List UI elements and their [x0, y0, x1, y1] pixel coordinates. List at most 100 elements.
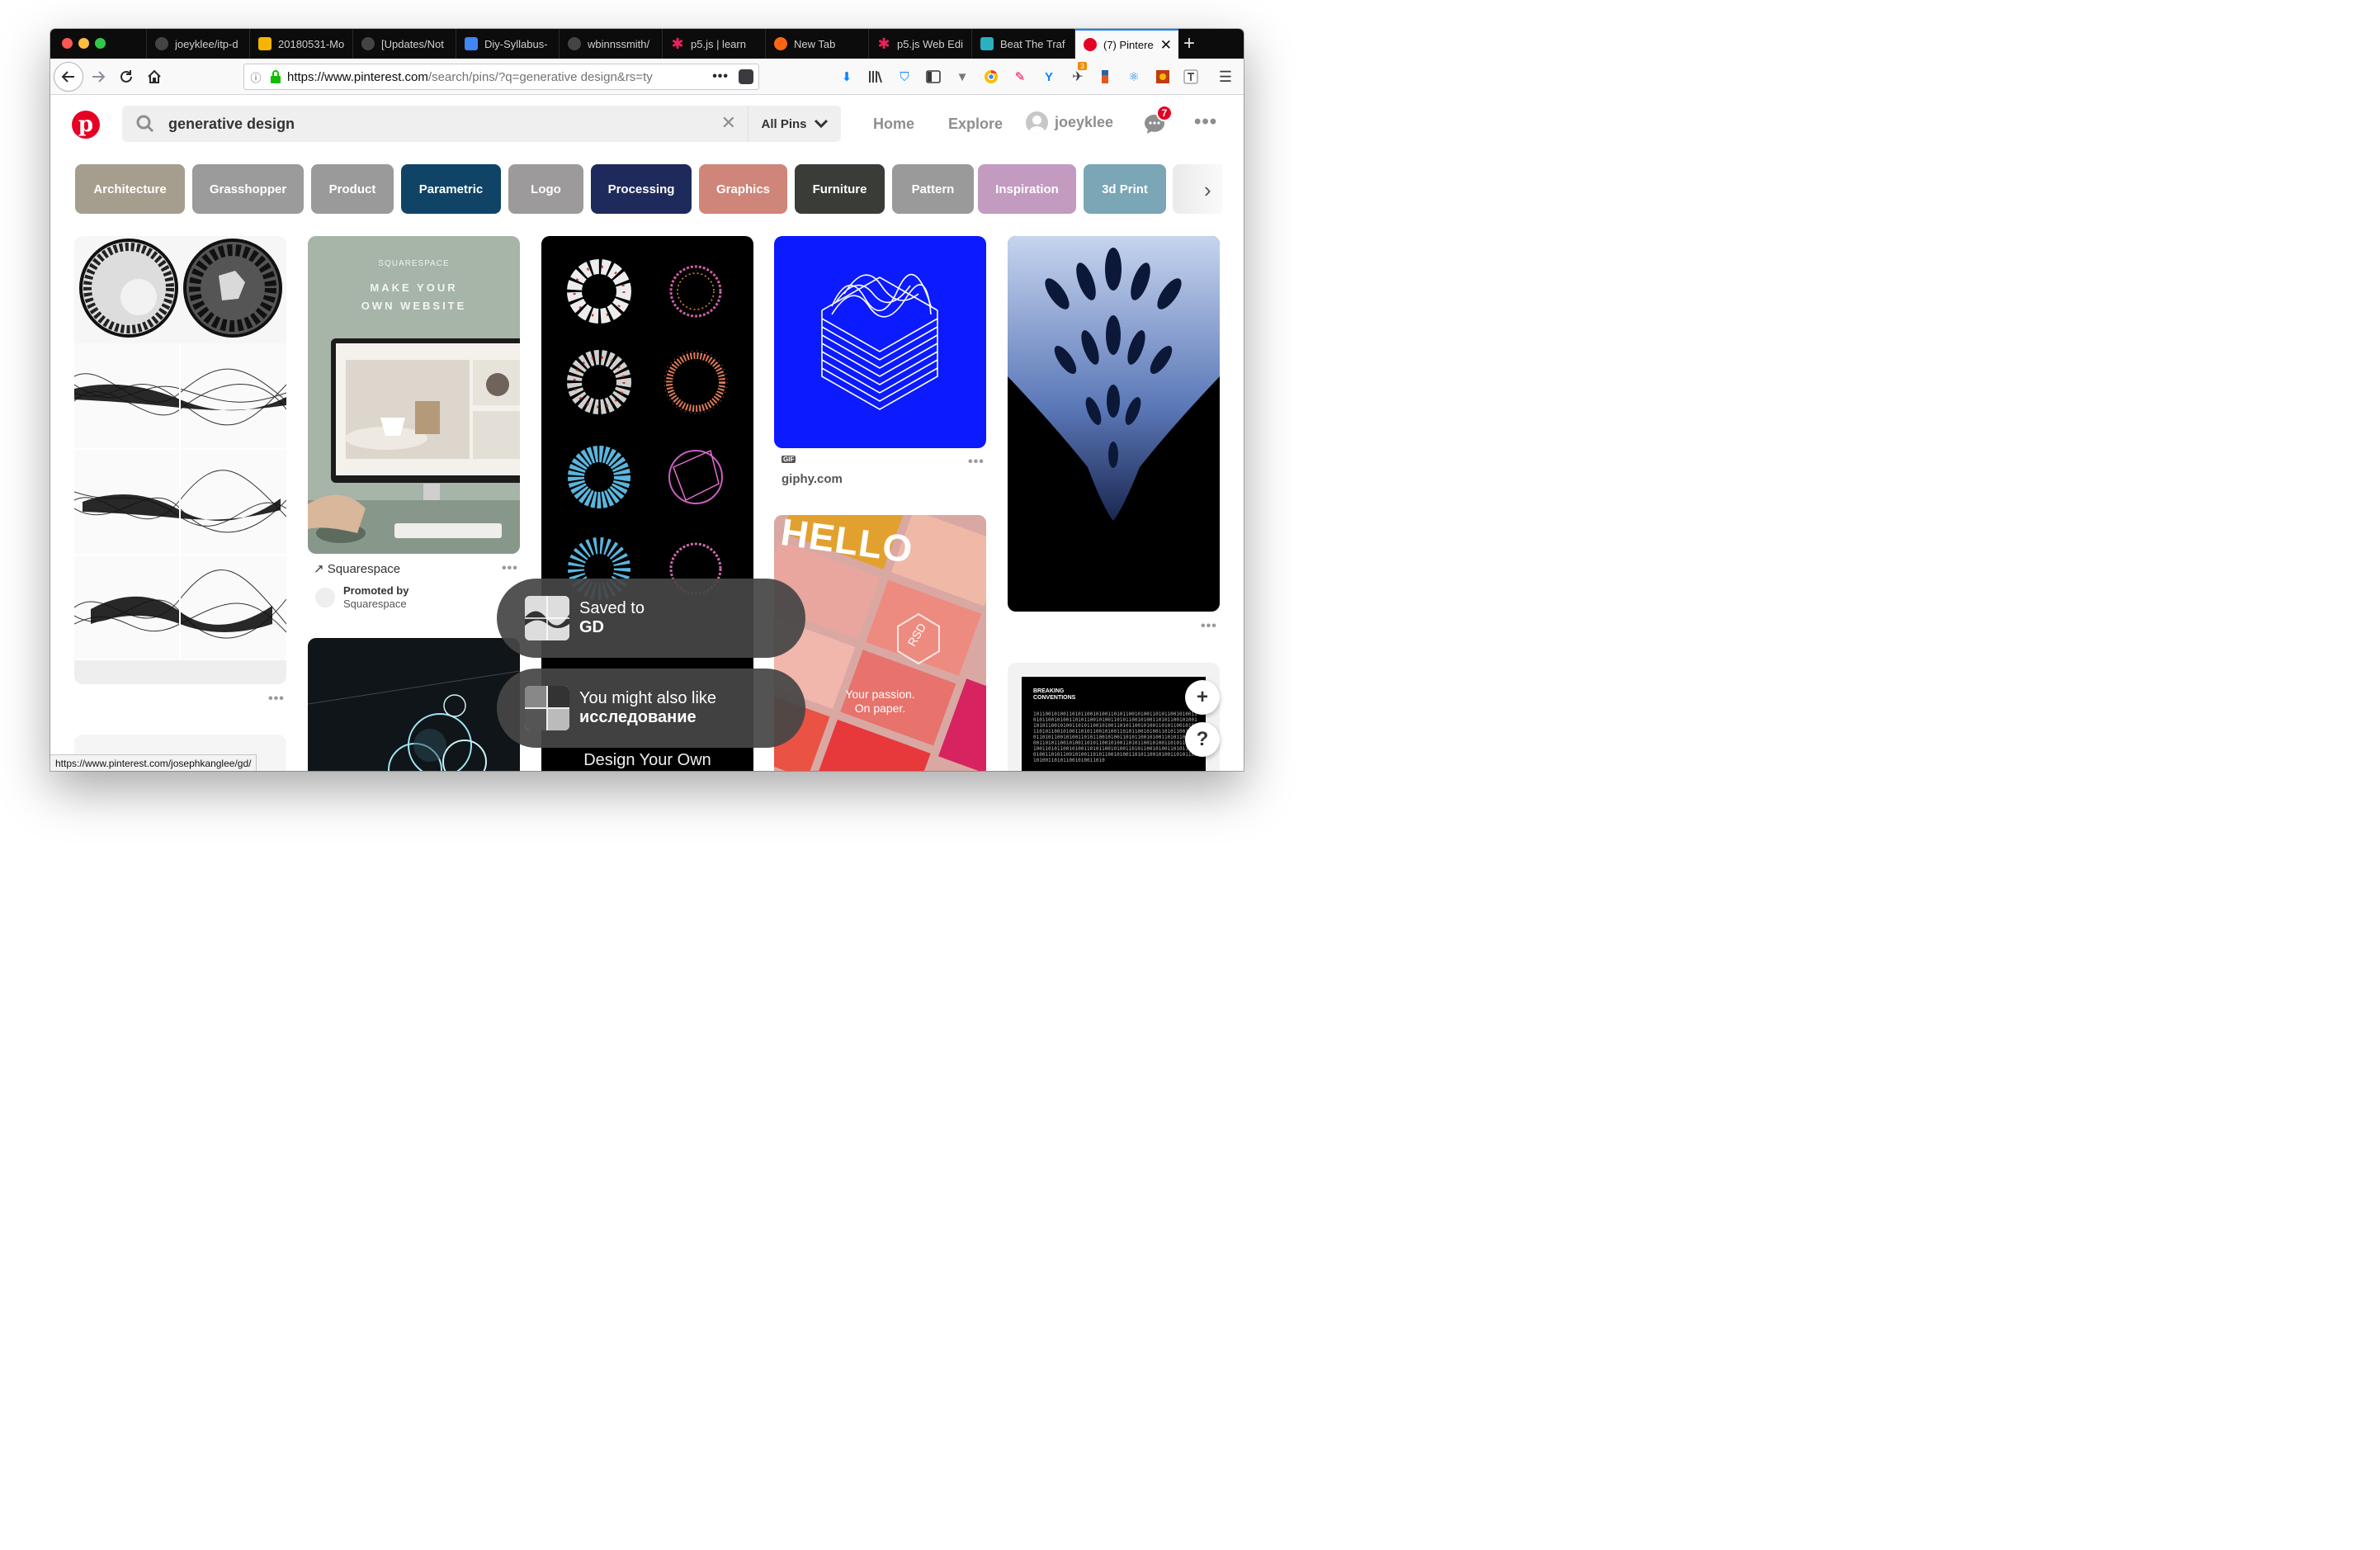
chrome-extension-icon[interactable]	[983, 69, 999, 85]
pin-more-button[interactable]: •••	[1201, 619, 1217, 634]
profile-link[interactable]: joeyklee	[1026, 111, 1113, 134]
browser-tab[interactable]: Beat The Traf	[971, 29, 1074, 59]
download-icon[interactable]: ⬇	[838, 69, 855, 85]
pin-more-button[interactable]: •••	[968, 455, 985, 470]
page-actions-button[interactable]: •••	[712, 69, 729, 84]
pin-business-cards[interactable]: HELLO RSD Your passion. On paper.	[774, 515, 986, 771]
binary-pattern: 1011001010011010110010100110101100101001…	[1033, 711, 1197, 763]
explore-link[interactable]: Explore	[948, 116, 1003, 133]
browser-tab[interactable]: ✱ p5.js | learn	[662, 29, 765, 59]
search-input[interactable]	[168, 115, 663, 133]
guide-chip[interactable]: Architecture	[75, 164, 185, 214]
pin-type-filter[interactable]: All Pins	[748, 106, 841, 142]
vue-devtools-icon[interactable]: ▼	[954, 69, 970, 85]
more-options-button[interactable]: •••	[1194, 111, 1217, 134]
url-text[interactable]: https://www.pinterest.com/search/pins/?q…	[287, 70, 700, 84]
add-pin-button[interactable]: +	[1185, 680, 1220, 715]
breaking-conventions-cover: BREAKING CONVENTIONS 1011001010011010110…	[1022, 677, 1206, 771]
giphy-source[interactable]: giphy.com	[782, 472, 843, 486]
docs-icon	[465, 37, 478, 50]
guide-chip[interactable]: Parametric	[401, 164, 501, 214]
react-devtools-icon[interactable]: ⚛	[1126, 69, 1142, 85]
battery-extension-icon[interactable]	[1097, 69, 1113, 85]
browser-tab[interactable]: Diy-Syllabus-	[456, 29, 559, 59]
pocket-icon[interactable]	[739, 69, 753, 84]
reload-icon	[120, 70, 132, 83]
eyedropper-icon[interactable]: ✎	[1012, 69, 1028, 85]
notification-badge: 7	[1156, 105, 1173, 121]
pin-3d-print-sculpture[interactable]	[1008, 236, 1220, 612]
minimize-window-button[interactable]	[78, 38, 89, 49]
guide-chip[interactable]: Processing	[591, 164, 692, 214]
pin-wireframe-collage[interactable]	[74, 236, 286, 684]
info-icon[interactable]: ⓘ	[244, 69, 267, 85]
wave-cube-image	[821, 273, 938, 410]
bubbles-image	[308, 670, 520, 771]
browser-tab[interactable]: wbinnssmith/	[559, 29, 662, 59]
hamburger-menu-icon[interactable]: ☰	[1217, 69, 1234, 85]
github-icon	[155, 37, 168, 50]
pin-breaking-conventions[interactable]: BREAKING CONVENTIONS 1011001010011010110…	[1008, 663, 1220, 771]
guide-chip[interactable]: Grasshopper	[192, 164, 304, 214]
browser-tab[interactable]: (7) Pintere ✕	[1074, 29, 1178, 59]
close-window-button[interactable]	[62, 38, 73, 49]
guide-chip[interactable]: Logo	[508, 164, 583, 214]
browser-tab[interactable]: New Tab	[765, 29, 868, 59]
pin-giphy-wave-cube[interactable]	[774, 236, 986, 448]
help-button[interactable]: ?	[1185, 722, 1220, 757]
pin-more-button[interactable]: •••	[268, 692, 285, 706]
shield-icon[interactable]: ⛉	[896, 69, 913, 85]
p5-asterisk-icon: ✱	[671, 35, 684, 52]
browser-tab-label: p5.js Web Edi	[897, 37, 963, 50]
pin-more-button[interactable]: •••	[502, 561, 518, 576]
colorzilla-icon[interactable]	[1155, 69, 1171, 85]
library-icon[interactable]	[867, 69, 884, 85]
text-extension-icon[interactable]	[1183, 69, 1199, 85]
browser-tab[interactable]: joeyklee/itp-d	[146, 29, 249, 59]
home-button[interactable]	[141, 64, 168, 90]
squarespace-link-label: Squarespace	[327, 562, 401, 576]
guide-chip[interactable]: Product	[311, 164, 394, 214]
slides-icon	[258, 37, 272, 50]
pin-bubbles[interactable]	[308, 638, 520, 771]
guide-chip[interactable]: Furniture	[795, 164, 885, 214]
browser-tab-label: p5.js | learn	[691, 37, 746, 50]
browser-window: joeyklee/itp-d 20180531-Mo [Updates/Not Diy…	[50, 29, 1244, 771]
breaking-title-1: BREAKING	[1033, 688, 1065, 694]
close-tab-icon[interactable]: ✕	[1160, 37, 1172, 54]
browser-tab-label: [Updates/Not	[381, 37, 444, 50]
sidebar-icon[interactable]	[925, 69, 942, 85]
clear-search-icon[interactable]: ✕	[721, 112, 736, 134]
lock-icon	[267, 70, 284, 83]
saved-to-label: Saved to	[579, 599, 645, 617]
chevron-right-icon[interactable]: ›	[1204, 177, 1211, 203]
recommendation-toast[interactable]: You might also like исследование	[497, 669, 805, 748]
guide-chip[interactable]: Pattern	[892, 164, 974, 214]
guide-chip[interactable]: Inspiration	[978, 164, 1076, 214]
reload-button[interactable]	[113, 64, 139, 90]
url-bar[interactable]: ⓘ https://www.pinterest.com/search/pins/…	[243, 64, 759, 90]
back-button[interactable]	[54, 62, 83, 92]
saved-toast[interactable]: Saved to GD	[497, 579, 805, 658]
browser-tab[interactable]: [Updates/Not	[352, 29, 456, 59]
breaking-title-2: CONVENTIONS	[1033, 695, 1076, 701]
passion-line-2: On paper.	[854, 702, 906, 715]
forward-button[interactable]	[85, 64, 111, 90]
extension-badge-icon[interactable]: ✈ 3	[1070, 62, 1088, 85]
guide-chip[interactable]: Graphics	[699, 164, 787, 214]
home-link[interactable]: Home	[873, 116, 914, 133]
browser-tab[interactable]: ✱ p5.js Web Edi	[868, 29, 971, 59]
navigation-toolbar: ⓘ https://www.pinterest.com/search/pins/…	[50, 59, 1244, 95]
vimeo-icon[interactable]: Y	[1041, 69, 1057, 85]
p5-asterisk-icon: ✱	[877, 35, 890, 52]
guide-chip[interactable]: 3d Print	[1084, 164, 1166, 214]
new-tab-button[interactable]: +	[1183, 32, 1195, 55]
saved-toast-text: Saved to GD	[579, 599, 645, 637]
zoom-window-button[interactable]	[95, 38, 106, 49]
squarespace-link[interactable]: ↗ Squarespace	[314, 561, 400, 576]
pin-squarespace-ad[interactable]: SQUARESPACE MAKE YOUR OWN WEBSITE	[308, 236, 520, 554]
avatar	[1026, 111, 1048, 134]
browser-tab[interactable]: 20180531-Mo	[249, 29, 352, 59]
arrow-left-icon	[61, 71, 74, 83]
pinterest-logo[interactable]: p	[72, 111, 100, 139]
